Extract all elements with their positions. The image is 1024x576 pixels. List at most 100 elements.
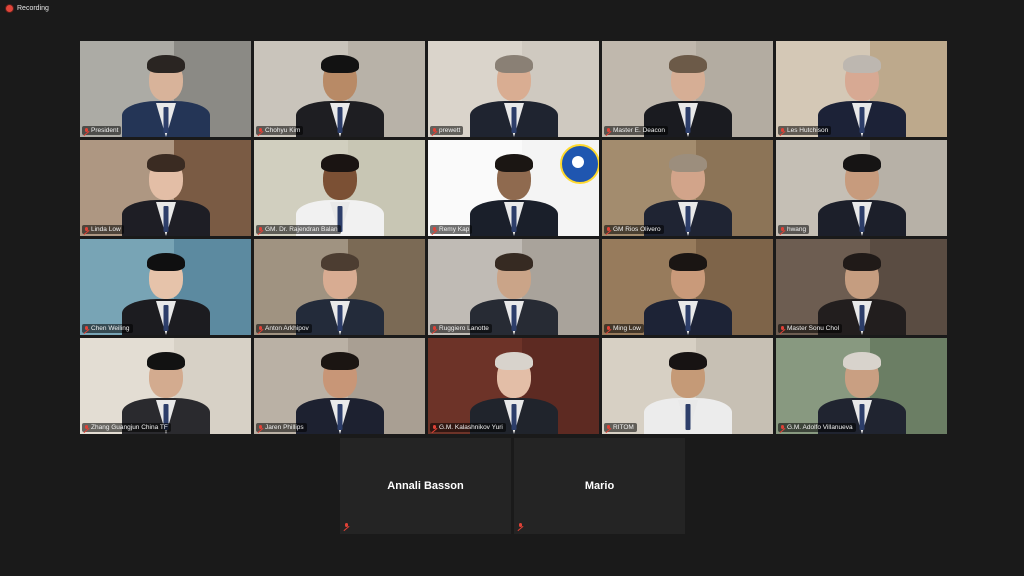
participant-tile[interactable]: Chohyu Kim — [254, 41, 425, 137]
participant-nameplate: G.M. Adolfo Villanueva — [778, 423, 856, 432]
participant-tie — [163, 206, 168, 232]
participant-tile[interactable]: prewett — [428, 41, 599, 137]
participant-video — [469, 47, 559, 137]
participant-tile[interactable]: hwang — [776, 140, 947, 236]
participant-tile[interactable]: GM Rios Olivero — [602, 140, 773, 236]
participant-video — [643, 245, 733, 335]
participant-tie — [685, 404, 690, 430]
participant-video — [643, 47, 733, 137]
participant-tile[interactable]: Les Hutchison — [776, 41, 947, 137]
participant-hair — [146, 352, 185, 370]
participant-tile[interactable]: Master Sonu Chol — [776, 239, 947, 335]
participant-tie — [511, 404, 516, 430]
participant-tile[interactable]: G.M. Adolfo Villanueva — [776, 338, 947, 434]
participant-tile[interactable]: Annali Basson — [340, 438, 511, 534]
mic-muted-icon — [432, 127, 437, 134]
participant-video — [295, 245, 385, 335]
participant-hair — [668, 352, 707, 370]
mic-muted-icon — [258, 325, 263, 332]
participant-video — [121, 47, 211, 137]
participant-tie — [163, 305, 168, 331]
participant-nameplate: RITOM — [604, 423, 637, 432]
participant-name: hwang — [787, 226, 807, 233]
mic-muted-icon — [780, 226, 785, 233]
mic-muted-icon — [432, 325, 437, 332]
mic-muted-icon — [432, 226, 437, 233]
recording-label: Recording — [17, 5, 49, 12]
participant-tile[interactable]: RITOM — [602, 338, 773, 434]
participant-video — [121, 245, 211, 335]
mic-muted-icon — [606, 127, 611, 134]
participant-name: Linda Low — [91, 226, 121, 233]
participant-hair — [842, 154, 881, 172]
participant-tie — [337, 107, 342, 133]
participant-name: Jaren Phillips — [265, 424, 304, 431]
mic-muted-icon — [780, 424, 785, 431]
participant-hair — [494, 154, 533, 172]
participant-tile[interactable]: G.M. Kalashnikov Yuri — [428, 338, 599, 434]
participant-hair — [146, 154, 185, 172]
participant-video — [469, 344, 559, 434]
participant-tie — [859, 107, 864, 133]
mic-muted-icon — [84, 226, 89, 233]
participant-hair — [842, 352, 881, 370]
mic-muted-icon — [432, 424, 437, 431]
participant-tile[interactable]: Ming Low — [602, 239, 773, 335]
participant-name: Mario — [584, 480, 615, 492]
participant-name: RITOM — [613, 424, 634, 431]
participant-name: prewett — [439, 127, 461, 134]
participant-name: President — [91, 127, 119, 134]
participant-hair — [320, 253, 359, 271]
participant-nameplate: Anton Arkhipov — [256, 324, 312, 333]
participant-nameplate: GM. Dr. Rajendran Balan — [256, 225, 341, 234]
participant-nameplate: Jaren Phillips — [256, 423, 307, 432]
participant-hair — [146, 55, 185, 73]
participant-hair — [668, 55, 707, 73]
participant-tile[interactable]: GM. Dr. Rajendran Balan — [254, 140, 425, 236]
participant-name: GM. Dr. Rajendran Balan — [265, 226, 338, 233]
participant-name: Les Hutchison — [787, 127, 829, 134]
participant-nameplate: GM Rios Olivero — [604, 225, 664, 234]
recording-indicator[interactable]: Recording — [6, 5, 49, 12]
participant-name: Master Sonu Chol — [787, 325, 840, 332]
participant-tile[interactable]: Remy Kap — [428, 140, 599, 236]
participant-video — [817, 344, 907, 434]
mic-muted-icon — [84, 127, 89, 134]
participant-tie — [859, 404, 864, 430]
mic-muted-icon — [258, 127, 263, 134]
participant-tile[interactable]: Anton Arkhipov — [254, 239, 425, 335]
participant-tile[interactable]: Mario — [514, 438, 685, 534]
mic-muted-icon — [344, 523, 349, 529]
participant-name: Annali Basson — [387, 480, 464, 492]
participant-tie — [337, 404, 342, 430]
participant-tile[interactable]: Zhang Guangjun China TF — [80, 338, 251, 434]
participant-tie — [685, 107, 690, 133]
participant-tie — [685, 305, 690, 331]
participant-name: Ruggiero Lanotte — [439, 325, 489, 332]
participant-tile[interactable]: Master E. Deacon — [602, 41, 773, 137]
participant-hair — [668, 154, 707, 172]
participant-tile[interactable]: Chen Weiling — [80, 239, 251, 335]
mic-muted-icon — [780, 325, 785, 332]
participant-nameplate: Master Sonu Chol — [778, 324, 843, 333]
participant-hair — [320, 352, 359, 370]
record-icon — [6, 5, 13, 12]
participant-hair — [842, 253, 881, 271]
participant-nameplate: Master E. Deacon — [604, 126, 669, 135]
participant-tie — [511, 206, 516, 232]
participant-nameplate: hwang — [778, 225, 810, 234]
participant-tile[interactable]: Linda Low — [80, 140, 251, 236]
participant-hair — [320, 154, 359, 172]
participant-video — [295, 344, 385, 434]
participant-video — [817, 146, 907, 236]
participant-tile[interactable]: Jaren Phillips — [254, 338, 425, 434]
participant-nameplate: Chen Weiling — [82, 324, 133, 333]
participant-hair — [494, 253, 533, 271]
participant-nameplate: President — [82, 126, 122, 135]
participant-tie — [685, 206, 690, 232]
participant-tile[interactable]: President — [80, 41, 251, 137]
mic-muted-icon — [258, 424, 263, 431]
mic-muted-icon — [84, 424, 89, 431]
participant-tile[interactable]: Ruggiero Lanotte — [428, 239, 599, 335]
participant-name: Anton Arkhipov — [265, 325, 309, 332]
